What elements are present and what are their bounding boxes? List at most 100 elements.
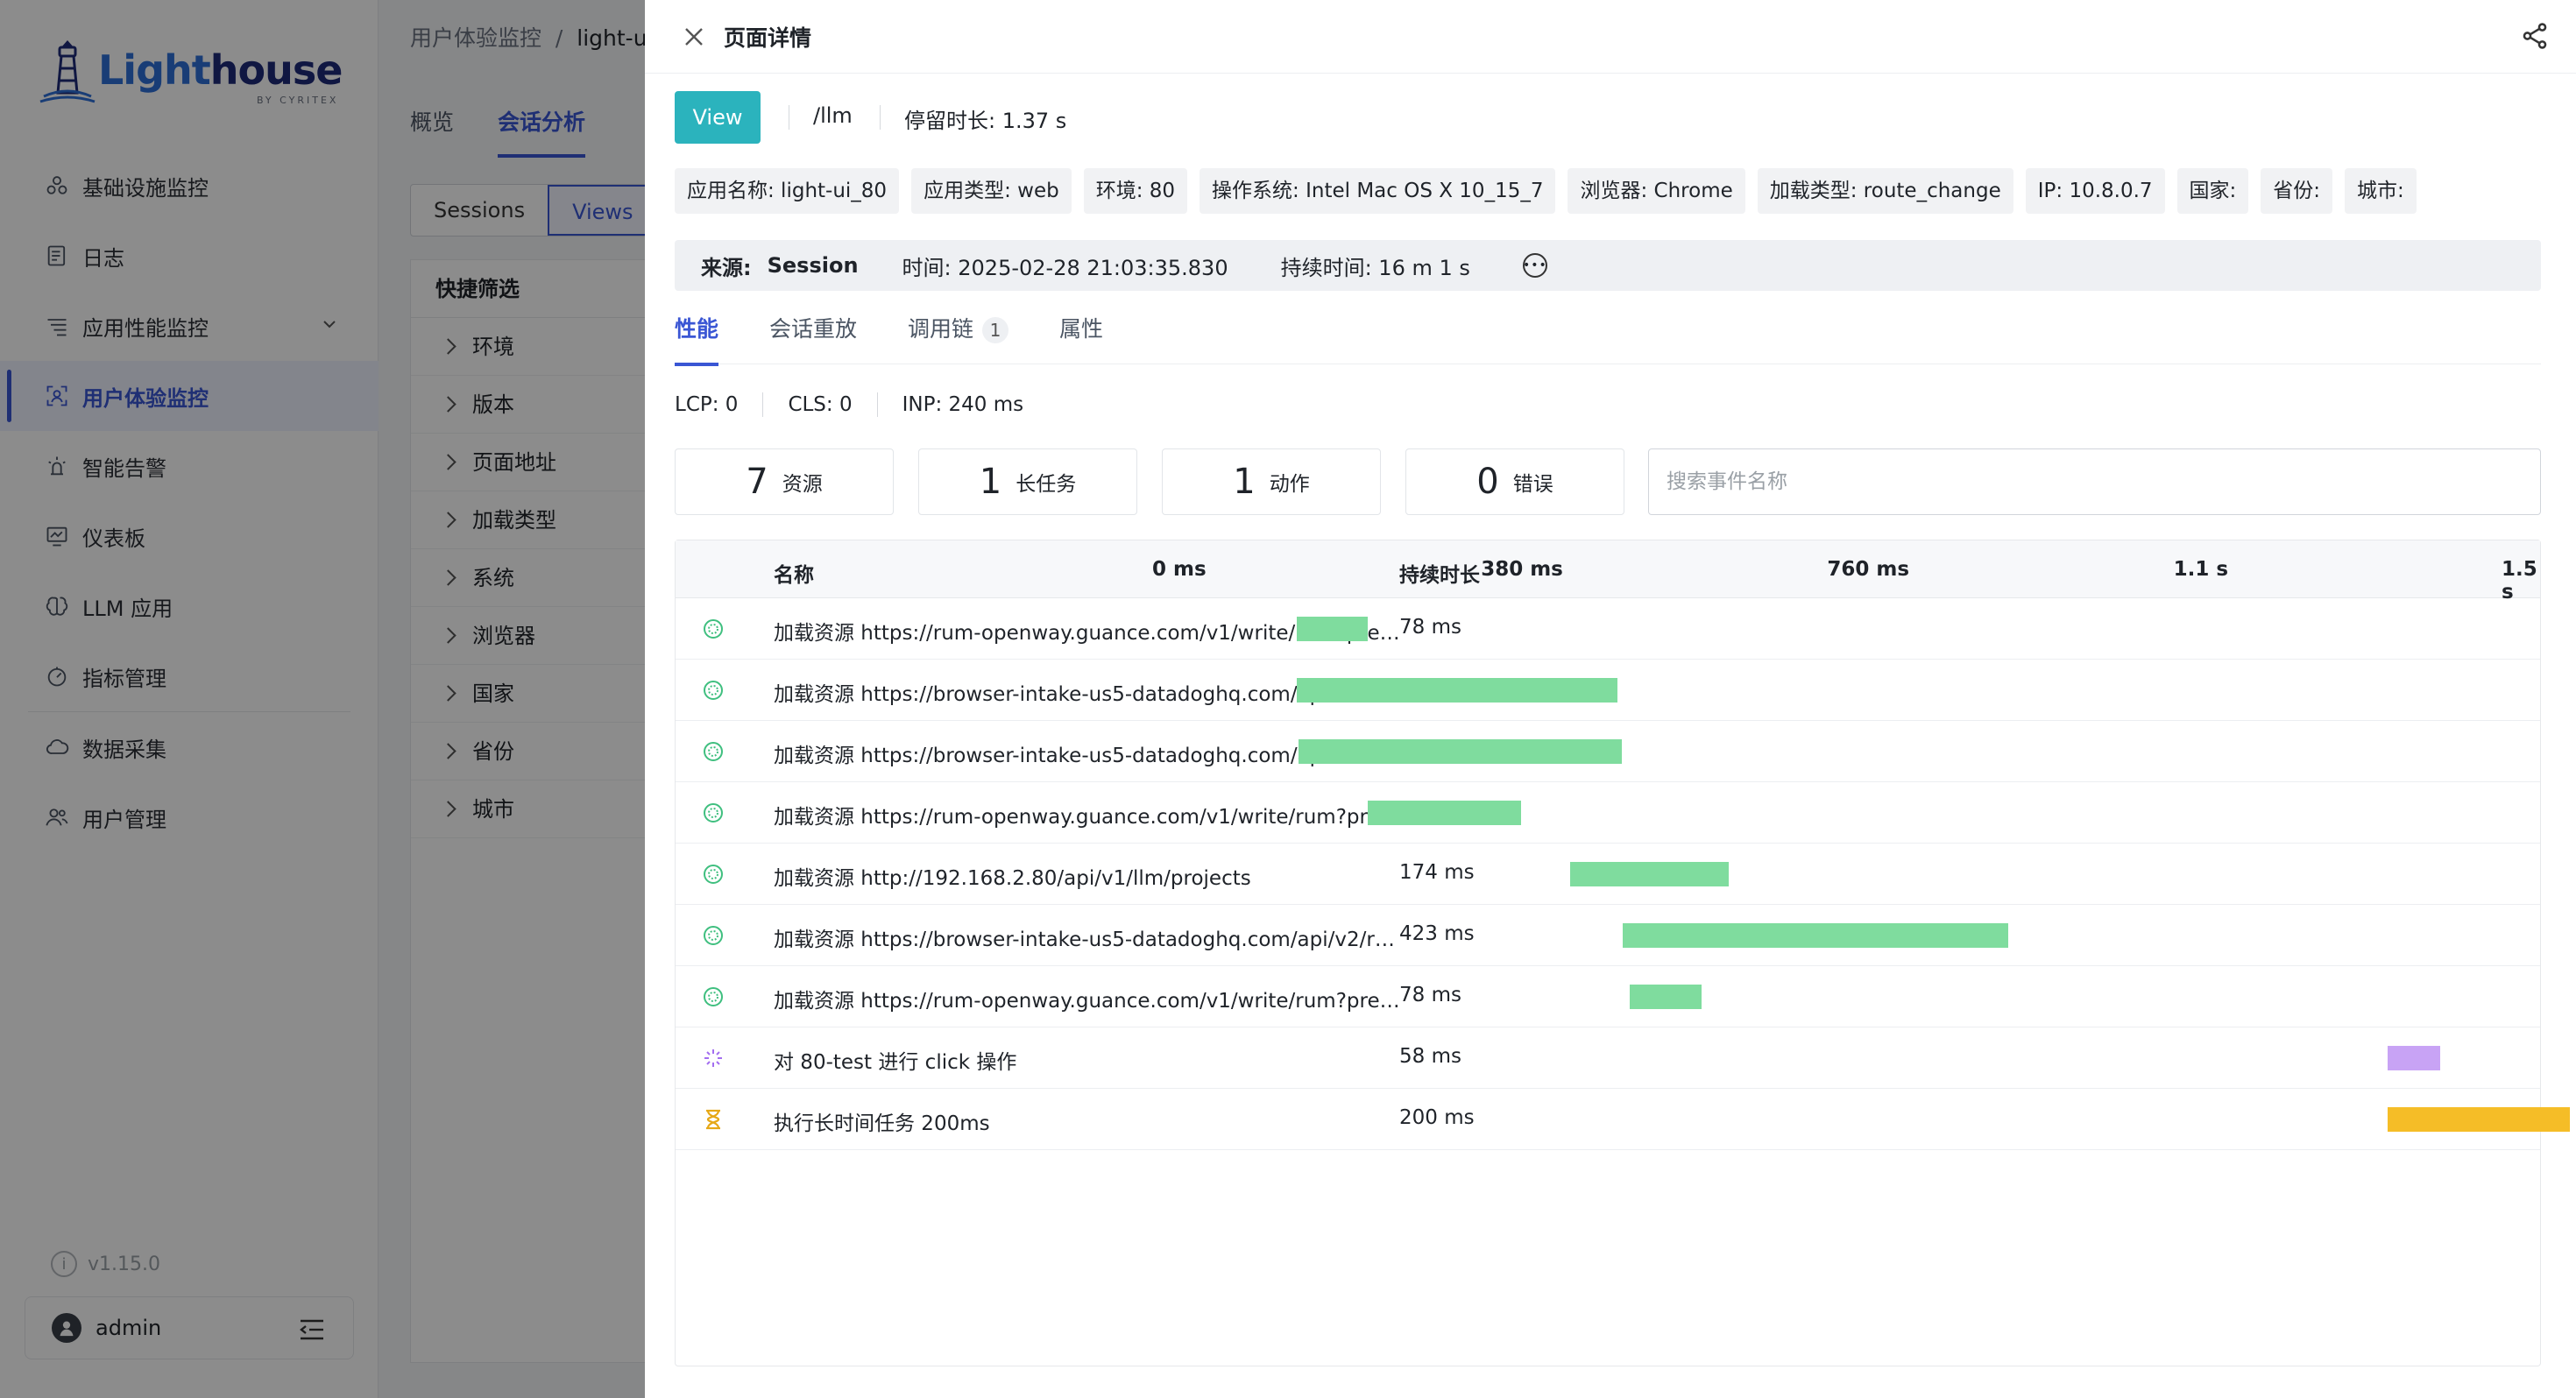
stat-label: 长任务	[1016, 473, 1077, 496]
tag-app-type: 应用类型: web	[911, 168, 1072, 214]
table-header: 名称 持续时长 0 ms 380 ms 760 ms 1.1 s 1.5 s	[676, 540, 2540, 604]
timeline-tick: 380 ms	[1481, 558, 1563, 581]
stat-label: 动作	[1269, 473, 1310, 496]
share-icon[interactable]	[2520, 21, 2550, 51]
source-label: 来源:	[701, 255, 752, 280]
stat-errors[interactable]: 0 错误	[1405, 448, 1624, 515]
source-value[interactable]: Session	[768, 253, 859, 278]
table-row[interactable]: 加载资源 http://192.168.2.80/api/v1/llm/proj…	[676, 844, 2540, 905]
drawer-header: 页面详情	[645, 0, 2576, 74]
table-row[interactable]: 加载资源 https://browser-intake-us5-datadogh…	[676, 660, 2540, 721]
event-duration: 423 ms	[1399, 922, 1475, 945]
close-icon[interactable]	[680, 23, 708, 51]
event-duration: 58 ms	[1399, 1045, 1461, 1068]
column-duration-header[interactable]: 持续时长	[1399, 558, 1480, 588]
web-vitals: LCP: 0 CLS: 0 INP: 240 ms	[675, 392, 1048, 417]
drawer-title: 页面详情	[724, 25, 812, 51]
waterfall-bar[interactable]	[1367, 801, 1521, 825]
resource-icon	[702, 985, 725, 1008]
resource-icon	[702, 863, 725, 886]
tag-env: 环境: 80	[1083, 168, 1188, 214]
waterfall-bar[interactable]	[1296, 678, 1617, 703]
tag-city: 城市:	[2345, 168, 2417, 214]
stat-count: 7	[746, 462, 768, 502]
event-name: 加载资源 https://browser-intake-us5-datadogh…	[774, 928, 1405, 951]
divider	[762, 392, 764, 417]
table-row[interactable]: 加载资源 https://rum-openway.guance.com/v1/w…	[676, 966, 2540, 1027]
tag-province: 省份:	[2261, 168, 2333, 214]
metric-cls: CLS: 0	[788, 393, 853, 416]
stat-long-tasks[interactable]: 1 长任务	[918, 448, 1137, 515]
tab-trace[interactable]: 调用链 1	[908, 312, 1009, 364]
tag-os: 操作系统: Intel Mac OS X 10_15_7	[1200, 168, 1556, 214]
divider	[876, 392, 878, 417]
tab-label: 性能	[675, 316, 719, 342]
waterfall-bar[interactable]	[1298, 739, 1623, 764]
timeline-tick: 760 ms	[1827, 558, 1910, 581]
resource-icon	[702, 740, 725, 763]
waterfall-bar[interactable]	[1630, 985, 1702, 1009]
stat-actions[interactable]: 1 动作	[1162, 448, 1381, 515]
event-name: 加载资源 https://rum-openway.guance.com/v1/w…	[774, 990, 1405, 1013]
event-name: 执行长时间任务 200ms	[774, 1112, 990, 1135]
event-duration: 78 ms	[1399, 984, 1461, 1006]
page-detail-drawer: 页面详情 View /llm 停留时长: 1.37 s 应用名称: light-…	[645, 0, 2576, 1398]
stat-resources[interactable]: 7 资源	[675, 448, 894, 515]
tag-country: 国家:	[2176, 168, 2249, 214]
table-row[interactable]: 对 80-test 进行 click 操作 58 ms	[676, 1027, 2540, 1089]
event-duration: 200 ms	[1399, 1106, 1475, 1129]
table-row[interactable]: 加载资源 https://rum-openway.guance.com/v1/w…	[676, 598, 2540, 660]
tab-label: 会话重放	[769, 316, 858, 342]
waterfall-table: 名称 持续时长 0 ms 380 ms 760 ms 1.1 s 1.5 s 加…	[675, 540, 2570, 1366]
source-bar: 来源: Session 时间: 2025-02-28 21:03:35.830 …	[675, 240, 2541, 291]
detail-tabs: 性能 会话重放 调用链 1 属性	[675, 312, 2541, 366]
table-row[interactable]: 加载资源 https://rum-openway.guance.com/v1/w…	[676, 782, 2540, 844]
click-action-icon	[702, 1047, 725, 1070]
more-icon[interactable]: •••	[1522, 253, 1547, 278]
event-duration: 78 ms	[1399, 616, 1461, 639]
tab-performance[interactable]: 性能	[675, 312, 719, 366]
metric-lcp: LCP: 0	[675, 393, 739, 416]
hourglass-icon	[702, 1108, 725, 1131]
tag-app-name: 应用名称: light-ui_80	[675, 168, 900, 214]
stat-label: 资源	[782, 473, 823, 496]
event-name: 加载资源 http://192.168.2.80/api/v1/llm/proj…	[774, 867, 1251, 890]
tab-session-replay[interactable]: 会话重放	[769, 312, 857, 364]
tag-browser: 浏览器: Chrome	[1568, 168, 1745, 214]
session-duration: 持续时间: 16 m 1 s	[1280, 255, 1470, 280]
view-type-badge: View	[675, 91, 761, 144]
view-path: /llm	[813, 103, 853, 128]
tag-load-type: 加载类型: route_change	[1757, 168, 2013, 214]
stay-duration: 停留时长: 1.37 s	[904, 109, 1067, 133]
table-row[interactable]: 执行长时间任务 200ms 200 ms	[676, 1089, 2570, 1150]
table-row[interactable]: 加载资源 https://browser-intake-us5-datadogh…	[676, 721, 2540, 782]
waterfall-bar[interactable]	[2387, 1046, 2440, 1070]
tab-label: 调用链	[908, 316, 974, 342]
event-duration: 174 ms	[1399, 861, 1475, 884]
event-name: 对 80-test 进行 click 操作	[774, 1051, 1017, 1074]
resource-icon	[702, 618, 725, 640]
resource-icon	[702, 924, 725, 947]
drawer-overlay[interactable]	[0, 0, 645, 1398]
waterfall-bar[interactable]	[1623, 923, 2009, 948]
tab-label: 属性	[1059, 316, 1104, 342]
trace-count-badge: 1	[982, 317, 1009, 343]
timeline-tick: 1.5 s	[2502, 558, 2537, 604]
divider	[880, 105, 881, 130]
stat-label: 错误	[1512, 473, 1553, 496]
session-time: 时间: 2025-02-28 21:03:35.830	[902, 255, 1228, 280]
stat-count: 1	[979, 462, 1002, 502]
resource-icon	[702, 801, 725, 824]
event-search-input[interactable]	[1648, 448, 2541, 515]
waterfall-bar[interactable]	[2387, 1107, 2570, 1132]
attribute-tags: 应用名称: light-ui_80 应用类型: web 环境: 80 操作系统:…	[675, 168, 2417, 214]
tab-attributes[interactable]: 属性	[1059, 312, 1103, 364]
waterfall-bar[interactable]	[1569, 862, 1729, 886]
waterfall-bar[interactable]	[1296, 617, 1368, 641]
timeline-tick: 1.1 s	[2173, 558, 2229, 581]
metric-inp: INP: 240 ms	[902, 393, 1024, 416]
stat-count: 0	[1476, 462, 1499, 502]
timeline-tick: 0 ms	[1152, 558, 1207, 581]
resource-icon	[702, 679, 725, 702]
table-row[interactable]: 加载资源 https://browser-intake-us5-datadogh…	[676, 905, 2540, 966]
